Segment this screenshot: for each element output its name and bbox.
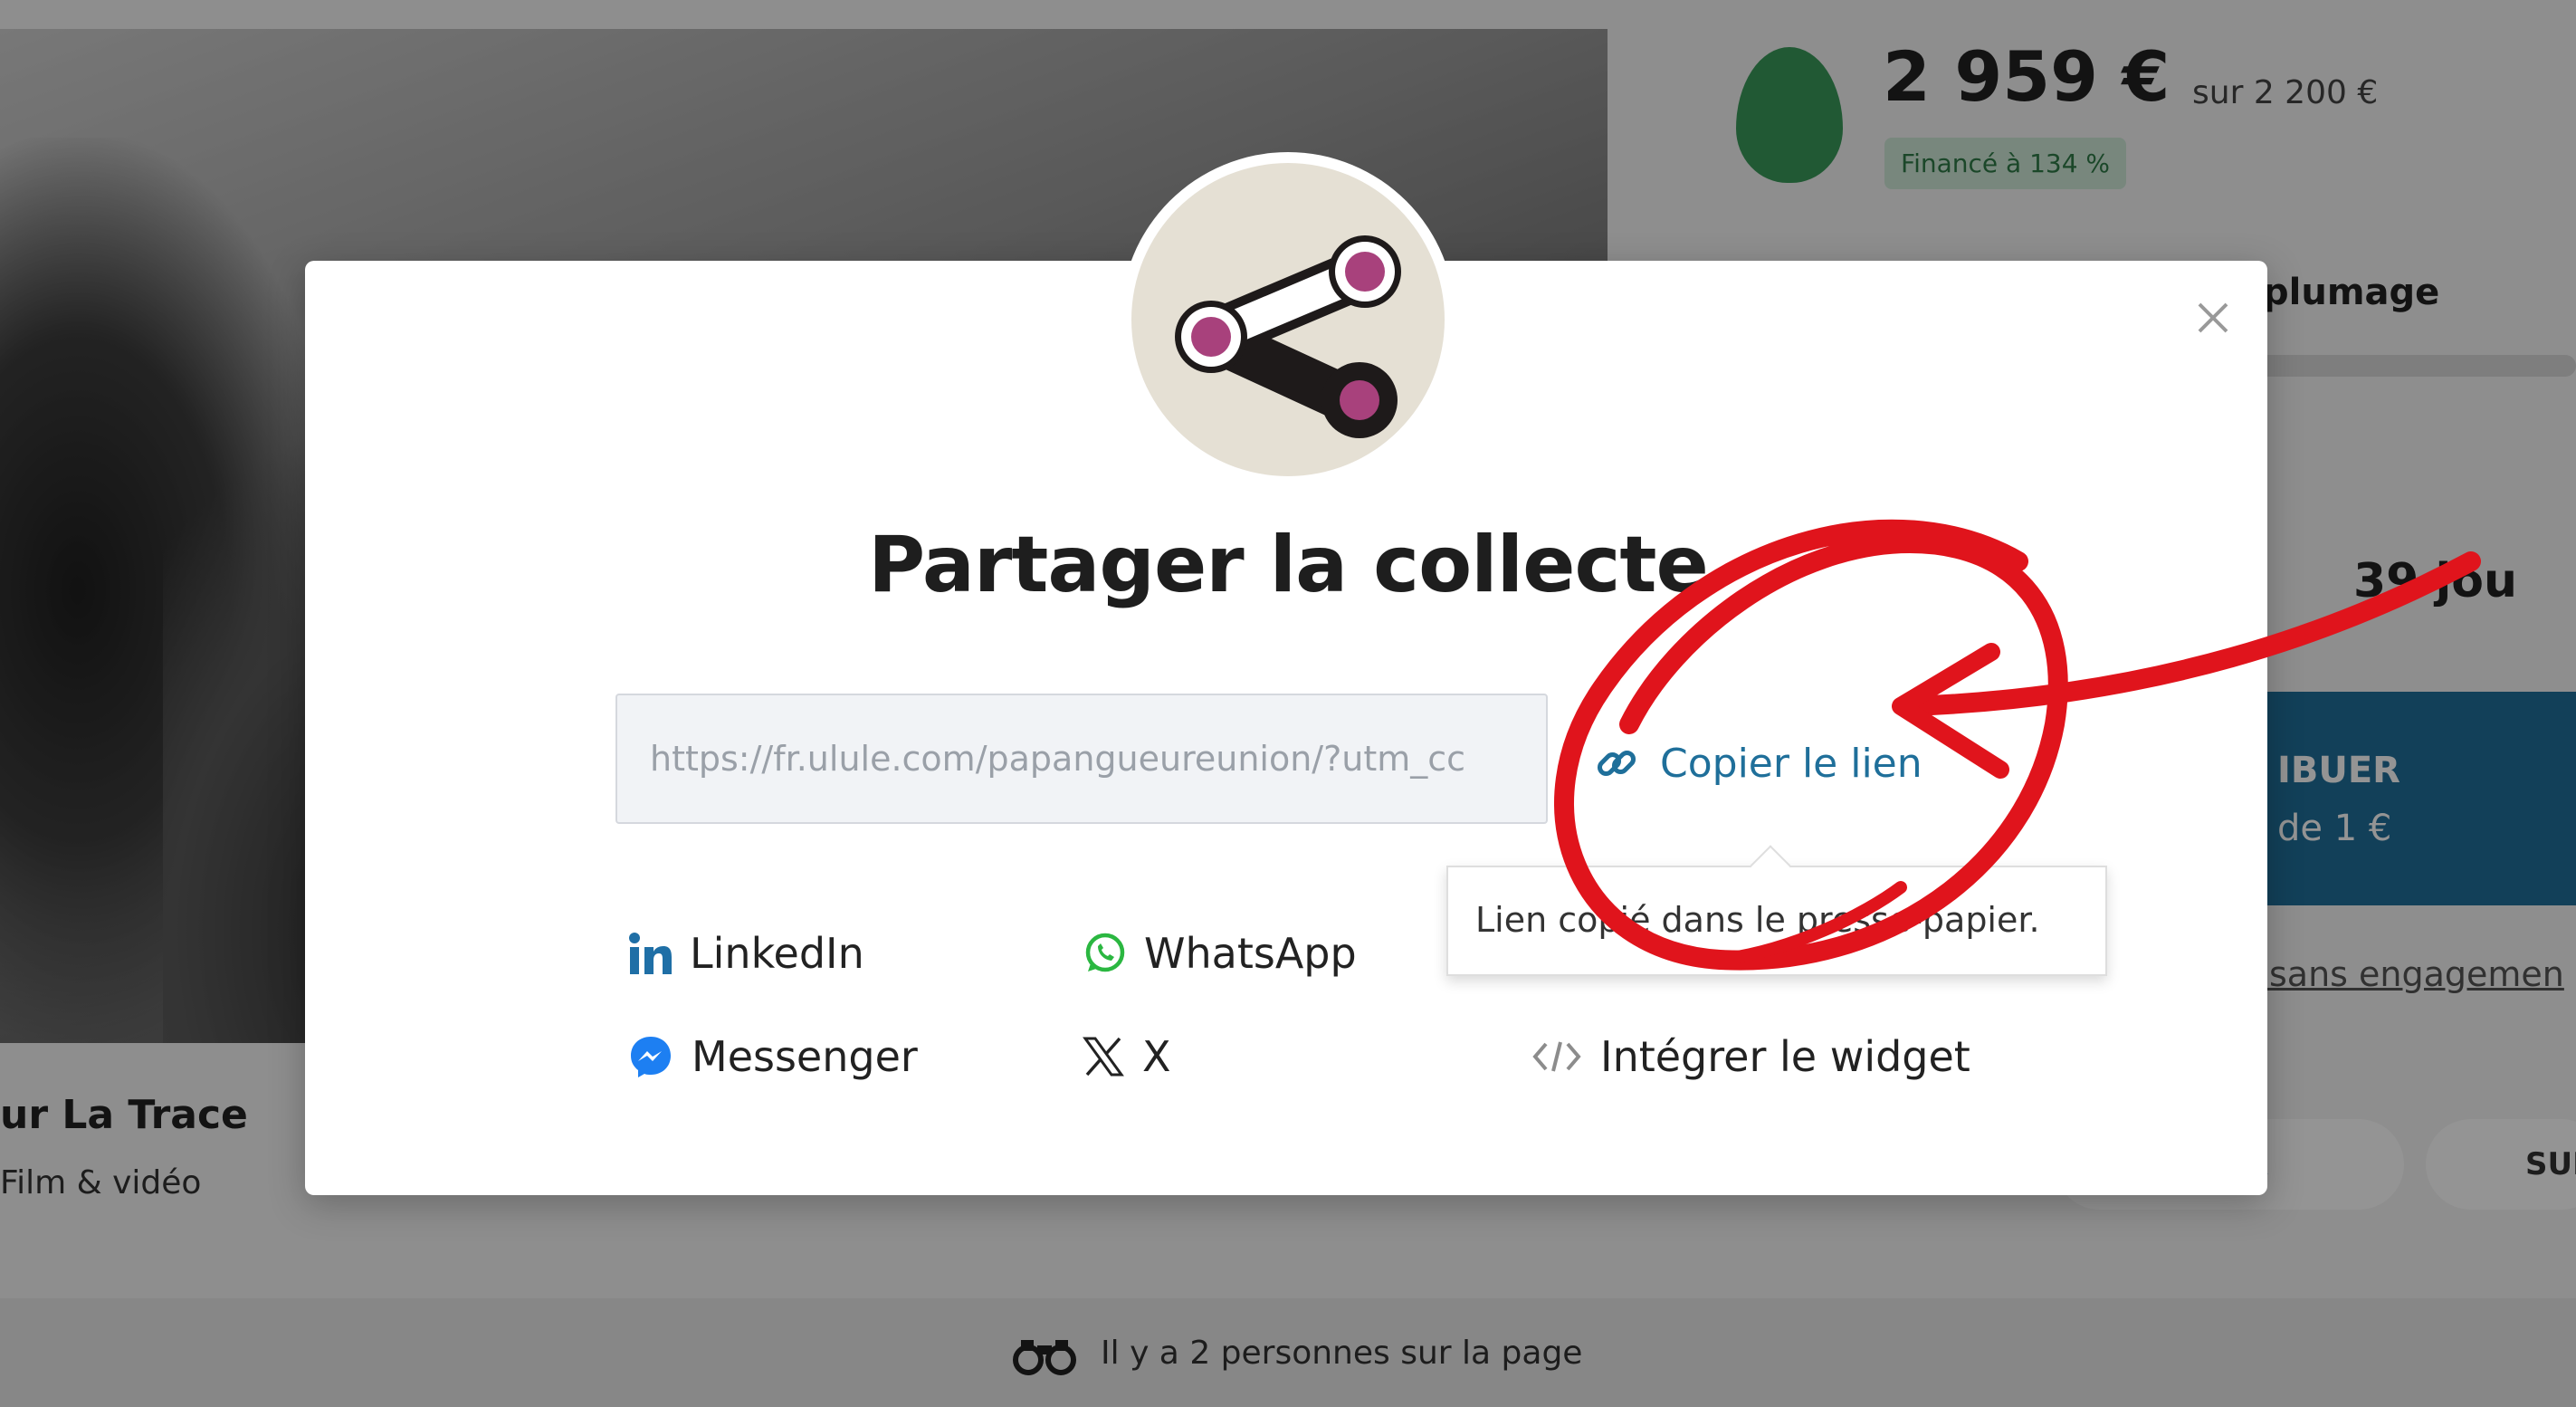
share-x-label: X: [1142, 1032, 1171, 1081]
close-icon[interactable]: [2190, 295, 2236, 340]
share-linkedin[interactable]: LinkedIn: [628, 929, 864, 978]
modal-title: Partager la collecte: [868, 520, 1709, 610]
share-messenger[interactable]: Messenger: [628, 1032, 918, 1081]
share-whatsapp[interactable]: WhatsApp: [1083, 929, 1357, 978]
whatsapp-icon: [1085, 933, 1125, 972]
copied-tooltip-text: Lien copié dans le presse-papier.: [1475, 900, 2040, 940]
copy-link-button[interactable]: Copier le lien: [1595, 732, 1922, 795]
embed-widget-label: Intégrer le widget: [1600, 1032, 1970, 1081]
copy-link-label: Copier le lien: [1660, 740, 1922, 787]
x-icon: [1083, 1037, 1124, 1077]
code-icon: [1532, 1041, 1581, 1072]
share-linkedin-label: LinkedIn: [690, 929, 864, 978]
link-icon: [1597, 750, 1636, 777]
share-icon: [1175, 235, 1401, 438]
copied-tooltip: Lien copié dans le presse-papier.: [1446, 845, 2107, 976]
embed-widget[interactable]: Intégrer le widget: [1531, 1032, 1970, 1081]
linkedin-icon: [629, 933, 672, 974]
share-messenger-label: Messenger: [692, 1032, 918, 1081]
share-link-field[interactable]: [615, 694, 1548, 824]
share-avatar: [1121, 152, 1455, 487]
share-whatsapp-label: WhatsApp: [1144, 929, 1357, 978]
messenger-icon: [631, 1037, 671, 1077]
share-x[interactable]: X: [1083, 1032, 1171, 1081]
